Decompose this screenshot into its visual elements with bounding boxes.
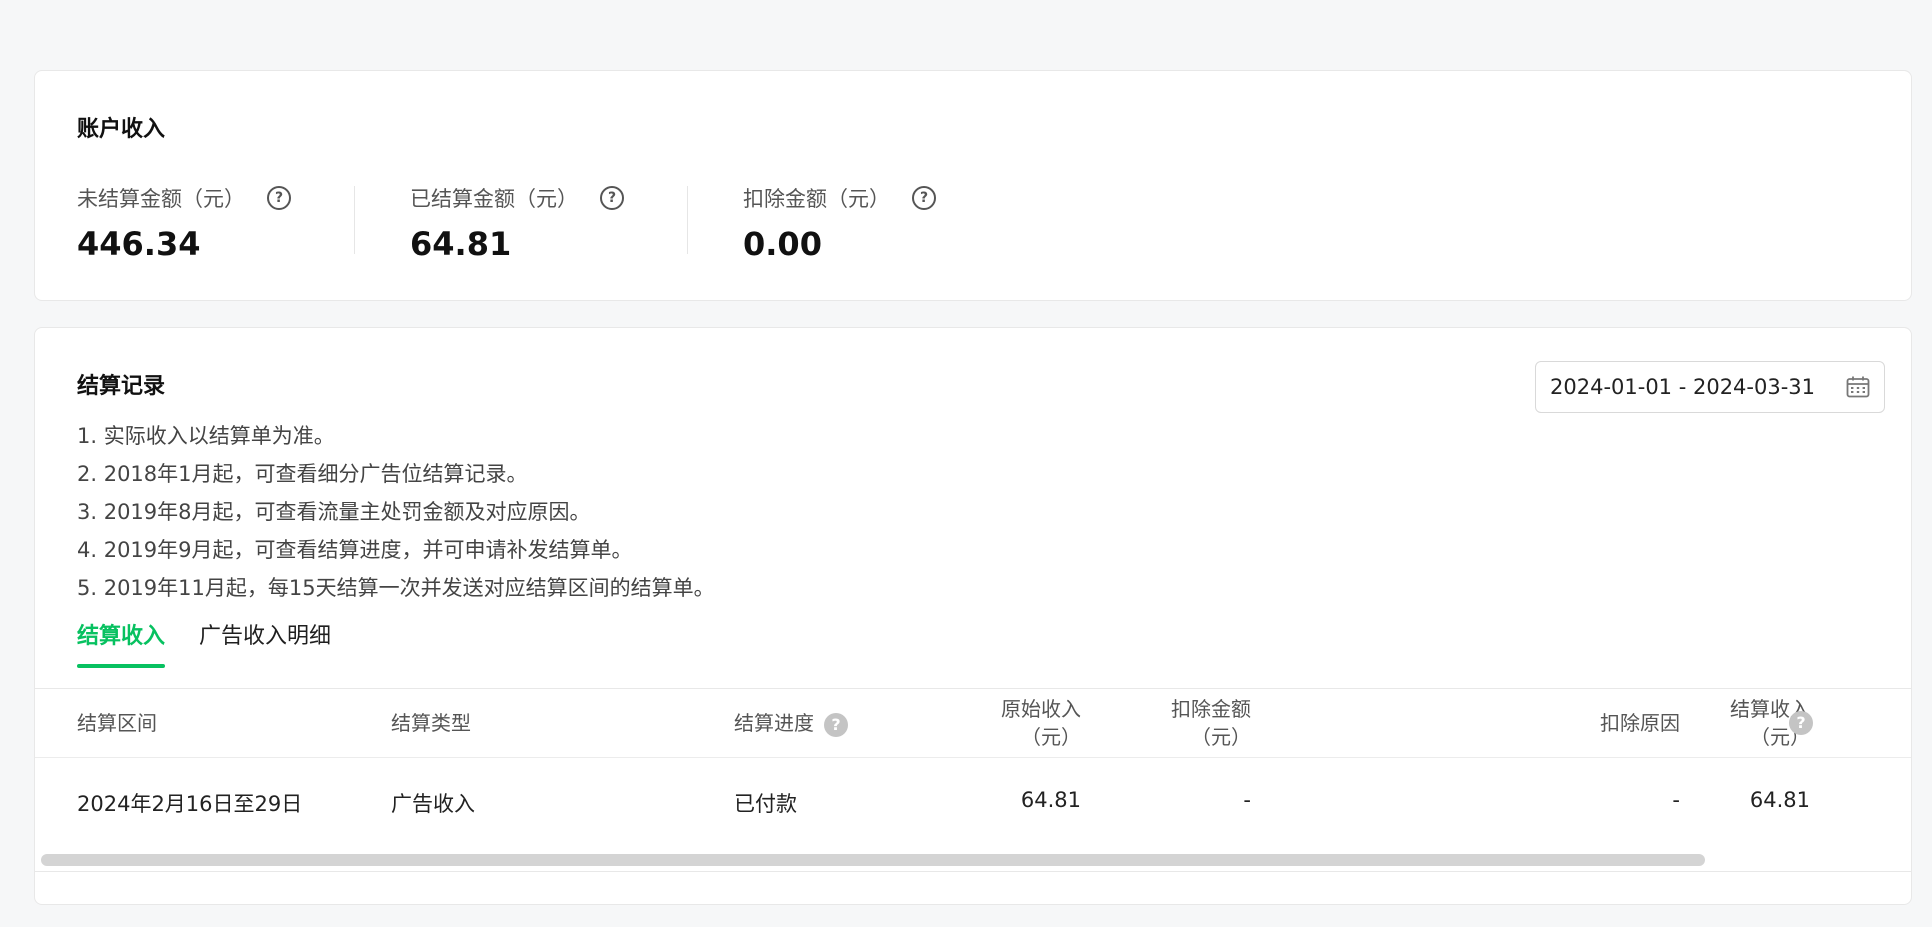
note-item: 1. 实际收入以结算单为准。: [77, 424, 335, 448]
note-item: 5. 2019年11月起，每15天结算一次并发送对应结算区间的结算单。: [77, 576, 715, 600]
account-income-title: 账户收入: [77, 117, 166, 142]
notes-list: 1. 实际收入以结算单为准。 2. 2018年1月起，可查看细分广告位结算记录。…: [77, 417, 715, 607]
column-header-period: 结算区间: [77, 711, 157, 735]
divider: [35, 871, 1911, 872]
question-circle-icon[interactable]: ?: [912, 186, 936, 210]
metric-deducted: 扣除金额（元） ? 0.00: [743, 183, 936, 263]
column-header-deduct-line1: 扣除金额: [1171, 697, 1251, 721]
note-item: 4. 2019年9月起，可查看结算进度，并可申请补发结算单。: [77, 538, 633, 562]
date-range-value: 2024-01-01 - 2024-03-31: [1550, 375, 1816, 399]
metric-unsettled-value: 446.34: [77, 225, 201, 263]
metric-unsettled: 未结算金额（元） ? 446.34: [77, 183, 291, 263]
column-header-original-line1: 原始收入: [1001, 697, 1081, 721]
metric-settled: 已结算金额（元） ? 64.81: [410, 183, 624, 263]
cell-type: 广告收入: [391, 792, 475, 816]
column-header-progress: 结算进度?: [734, 709, 848, 737]
account-income-card: 账户收入 未结算金额（元） ? 446.34 已结算金额（元） ? 64.81 …: [34, 70, 1912, 301]
table-row: 2024年2月16日至29日 广告收入 已付款 64.81 - - 64.81: [35, 758, 1911, 846]
column-header-deduct-line2: （元）: [1191, 725, 1251, 749]
note-item: 3. 2019年8月起，可查看流量主处罚金额及对应原因。: [77, 500, 591, 524]
question-circle-icon[interactable]: ?: [600, 186, 624, 210]
horizontal-scrollbar[interactable]: [41, 854, 1705, 866]
settlement-records-title: 结算记录: [77, 374, 166, 399]
records-tabs: 结算收入 广告收入明细: [77, 618, 365, 668]
calendar-icon: [1846, 376, 1870, 398]
question-circle-icon[interactable]: ?: [267, 186, 291, 210]
cell-deduct: -: [1243, 788, 1251, 812]
column-header-original-line2: （元）: [1021, 725, 1081, 749]
metric-deducted-value: 0.00: [743, 225, 822, 263]
divider: [687, 186, 688, 254]
divider: [354, 186, 355, 254]
note-item: 2. 2018年1月起，可查看细分广告位结算记录。: [77, 462, 528, 486]
question-circle-icon[interactable]: ?: [824, 712, 848, 737]
cell-progress: 已付款: [734, 792, 797, 816]
cell-income: 64.81: [1749, 788, 1810, 812]
column-header-deduct: 扣除金额 （元）: [1095, 695, 1251, 751]
date-range-picker[interactable]: 2024-01-01 - 2024-03-31: [1535, 361, 1885, 413]
column-header-original: 原始收入 （元）: [915, 695, 1081, 751]
column-header-type: 结算类型: [391, 711, 471, 735]
column-header-progress-label: 结算进度: [734, 711, 814, 735]
metric-deducted-label: 扣除金额（元）: [743, 187, 890, 211]
tab-ad-income-detail[interactable]: 广告收入明细: [199, 618, 331, 668]
settlement-records-card: 结算记录 2024-01-01 - 2024-03-31 1. 实际收入以结算单…: [34, 327, 1912, 905]
metric-settled-label: 已结算金额（元）: [410, 187, 578, 211]
tab-settlement-income[interactable]: 结算收入: [77, 618, 166, 668]
cell-period: 2024年2月16日至29日: [77, 792, 303, 816]
question-circle-icon[interactable]: ?: [1789, 711, 1813, 735]
cell-reason: -: [1672, 788, 1680, 812]
table-header: 结算区间 结算类型 结算进度? 原始收入 （元） 扣除金额 （元） 扣除原因 结…: [35, 689, 1911, 758]
metric-settled-value: 64.81: [410, 225, 512, 263]
cell-original: 64.81: [1020, 788, 1081, 812]
metric-unsettled-label: 未结算金额（元）: [77, 187, 245, 211]
column-header-reason: 扣除原因: [1600, 711, 1680, 735]
